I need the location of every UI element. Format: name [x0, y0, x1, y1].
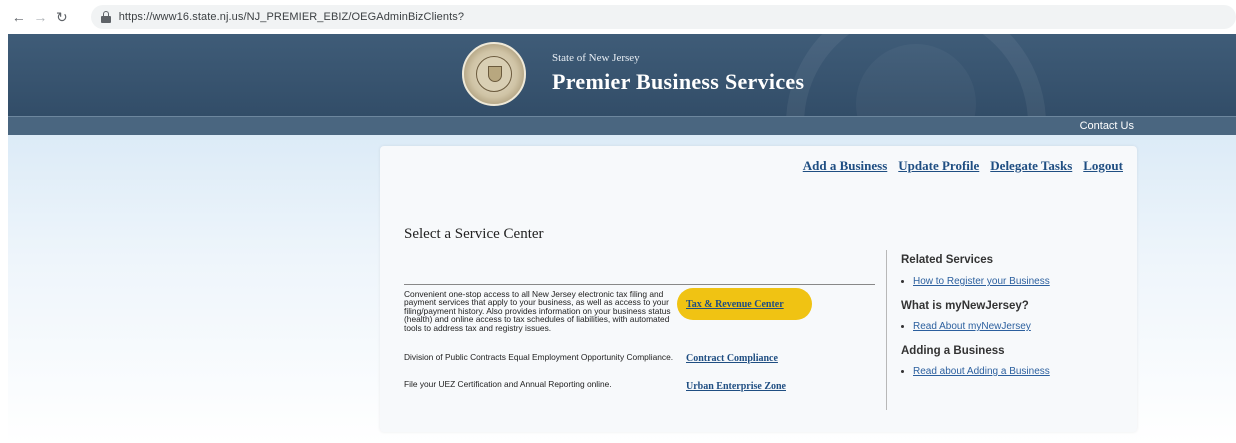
service-description-contract: Division of Public Contracts Equal Emplo…	[404, 352, 674, 362]
section-title: Select a Service Center	[404, 226, 544, 242]
forward-arrow-icon[interactable]: →	[30, 6, 52, 28]
urban-enterprise-zone-link[interactable]: Urban Enterprise Zone	[686, 381, 786, 392]
site-title: Premier Business Services	[552, 69, 805, 94]
related-services-heading: Related Services	[901, 254, 994, 266]
browser-toolbar: ← → ↻ https://www16.state.nj.us/NJ_PREMI…	[0, 0, 1236, 34]
reload-icon[interactable]: ↻	[51, 6, 73, 28]
bullet-icon	[901, 325, 904, 328]
sidebar-item-mynj: Read About myNewJersey	[901, 321, 1031, 332]
service-description-tax: Convenient one-stop access to all New Je…	[404, 289, 671, 333]
state-label: State of New Jersey	[552, 52, 640, 64]
lock-icon	[100, 11, 111, 23]
contract-compliance-link[interactable]: Contract Compliance	[686, 353, 778, 364]
sidebar-item-adding: Read about Adding a Business	[901, 366, 1050, 377]
read-about-mynj-link[interactable]: Read About myNewJersey	[913, 321, 1031, 332]
update-profile-link[interactable]: Update Profile	[898, 158, 979, 174]
vertical-divider	[886, 250, 887, 410]
tax-revenue-center-link[interactable]: Tax & Revenue Center	[686, 299, 784, 310]
nj-state-seal-icon	[462, 42, 526, 106]
sidebar-item-register: How to Register your Business	[901, 276, 1050, 287]
register-business-link[interactable]: How to Register your Business	[913, 276, 1050, 287]
account-links: Add a Business Update Profile Delegate T…	[803, 158, 1123, 174]
divider	[404, 284, 875, 285]
service-center-panel: Add a Business Update Profile Delegate T…	[380, 146, 1137, 432]
address-bar[interactable]: https://www16.state.nj.us/NJ_PREMIER_EBI…	[90, 5, 1236, 29]
bullet-icon	[901, 280, 904, 283]
service-description-uez: File your UEZ Certification and Annual R…	[404, 379, 612, 389]
read-adding-business-link[interactable]: Read about Adding a Business	[913, 366, 1050, 377]
logout-link[interactable]: Logout	[1083, 158, 1123, 174]
sub-navigation-bar: Contact Us	[8, 116, 1236, 135]
adding-business-heading: Adding a Business	[901, 345, 1005, 357]
site-header: State of New Jersey Premier Business Ser…	[8, 34, 1236, 116]
contact-us-link[interactable]: Contact Us	[1080, 120, 1134, 132]
bullet-icon	[901, 370, 904, 373]
what-is-mynj-heading: What is myNewJersey?	[901, 300, 1029, 312]
add-business-link[interactable]: Add a Business	[803, 158, 888, 174]
back-arrow-icon[interactable]: ←	[8, 6, 30, 28]
delegate-tasks-link[interactable]: Delegate Tasks	[990, 158, 1072, 174]
url-text: https://www16.state.nj.us/NJ_PREMIER_EBI…	[118, 11, 465, 23]
